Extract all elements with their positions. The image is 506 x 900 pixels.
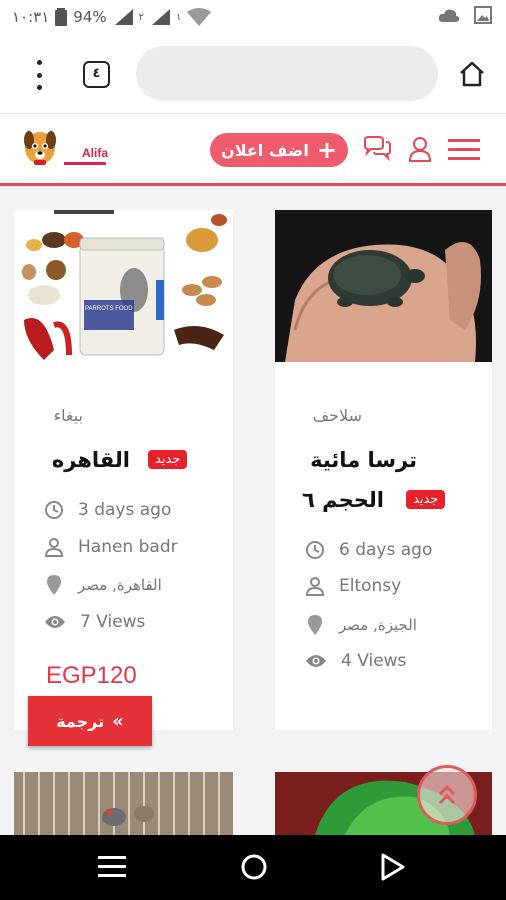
system-nav-bar (0, 835, 506, 900)
battery-icon (55, 8, 68, 26)
signal-sim1-icon (152, 9, 170, 25)
listing-image[interactable] (275, 210, 492, 362)
listing-author[interactable]: Eltonsy (305, 576, 401, 596)
clock-icon (306, 541, 324, 559)
double-chevron-icon: « (112, 710, 124, 732)
listing-views: 4 Views (305, 651, 406, 671)
double-chevron-up-icon (438, 784, 456, 805)
plus-icon: + (316, 136, 337, 164)
listing-price: EGP120 (46, 662, 137, 689)
add-ad-label: اضف اعلان (221, 140, 309, 160)
listing-title[interactable]: القاهره (52, 448, 130, 472)
listing-card[interactable] (14, 772, 233, 835)
listing-category[interactable]: بيغاء (54, 406, 83, 425)
image-icon (474, 6, 492, 24)
new-badge: جديد (148, 450, 188, 469)
listing-image[interactable]: PARROTS FOOD (14, 210, 233, 365)
cloud-icon (438, 9, 460, 22)
time-text: 3 days ago (78, 500, 172, 520)
views-text: 4 Views (341, 651, 407, 671)
chat-icon[interactable] (362, 136, 392, 162)
listing-location: القاهرة, مصر (44, 574, 162, 596)
author-text: Eltonsy (339, 576, 402, 596)
status-bar: ١٠:٣١ 94% ٢ ١ (0, 0, 506, 36)
listing-time: 3 days ago (44, 500, 171, 520)
listing-time: 6 days ago (305, 540, 432, 560)
dog-logo-icon (24, 131, 56, 165)
views-text: 7 Views (80, 612, 146, 632)
hamburger-menu-icon[interactable] (448, 138, 480, 162)
clock-icon (45, 501, 63, 519)
translate-button[interactable]: ترجمة « (28, 696, 152, 746)
site-header: Alifa اضف اعلان + (0, 114, 506, 186)
author-text: Hanen badr (78, 537, 178, 557)
location-pin-icon (308, 615, 322, 635)
user-icon (44, 538, 64, 557)
product-label: PARROTS FOOD (85, 306, 133, 312)
site-logo[interactable]: Alifa (20, 128, 110, 168)
listing-category[interactable]: سلاحف (313, 406, 362, 425)
sim1-label: ١ (176, 11, 182, 23)
back-triangle-icon[interactable] (380, 853, 406, 881)
recent-apps-icon[interactable] (98, 855, 126, 879)
listing-title-line2[interactable]: الحجم ٦ (302, 488, 384, 512)
tab-switcher-button[interactable]: ٤ (83, 61, 110, 88)
browser-toolbar: ٤ (0, 36, 506, 114)
clock: ١٠:٣١ (12, 8, 50, 26)
logo-text: Alifa (82, 146, 109, 160)
eye-icon (45, 616, 65, 628)
listing-title[interactable]: ترسا مائية (310, 448, 417, 472)
scroll-to-top-button[interactable] (417, 765, 477, 825)
logo-underline (64, 162, 106, 165)
location-text: القاهرة, مصر (78, 576, 162, 594)
url-bar[interactable] (136, 46, 438, 101)
add-ad-button[interactable]: اضف اعلان + (210, 133, 348, 167)
time-text: 6 days ago (339, 540, 433, 560)
eye-icon (306, 655, 326, 667)
status-left: ١٠:٣١ 94% ٢ ١ (12, 8, 212, 26)
user-icon (305, 577, 325, 596)
translate-label: ترجمة (56, 711, 105, 731)
home-circle-icon[interactable] (240, 853, 268, 881)
listing-views: 7 Views (44, 612, 145, 632)
battery-level: 94% (73, 8, 107, 26)
parrot-food-photo: PARROTS FOOD (14, 210, 233, 365)
birdcage-photo (14, 772, 233, 835)
signal-sim2-icon (114, 9, 133, 25)
turtle-photo (275, 210, 492, 362)
new-badge: جديد (406, 490, 446, 509)
browser-menu-icon[interactable] (32, 60, 46, 90)
listing-author[interactable]: Hanen badr (44, 537, 178, 557)
status-right (438, 6, 492, 24)
listing-card[interactable]: PARROTS FOOD بيغاء القاهره جديد 3 days a… (14, 210, 233, 730)
wifi-icon (187, 8, 212, 26)
location-text: الجيزة, مصر (339, 616, 417, 634)
listing-card[interactable]: سلاحف ترسا مائية الحجم ٦ جديد 6 days ago… (275, 210, 492, 730)
listing-location: الجيزة, مصر (305, 614, 417, 636)
user-icon[interactable] (408, 136, 432, 162)
location-pin-icon (47, 575, 61, 595)
home-icon[interactable] (458, 60, 486, 88)
sim2-label: ٢ (138, 11, 144, 23)
